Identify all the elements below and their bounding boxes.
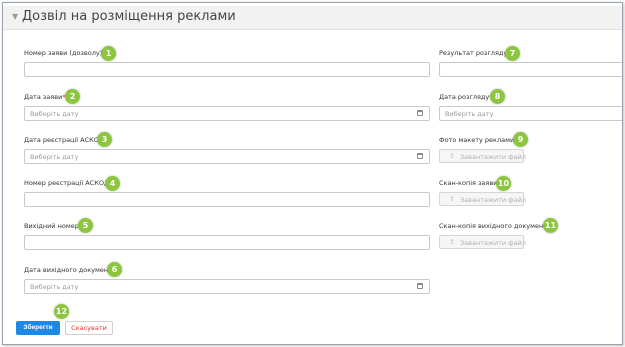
application-number-input[interactable] [24,62,430,77]
badge-11: 11 [543,218,558,233]
application-scan-label: Скан-копія заяви [439,179,498,187]
calendar-icon[interactable] [417,110,423,116]
outgoing-number-label: Вихідний номер [24,222,79,230]
review-date-label: Дата розгляду* [439,93,493,101]
review-result-input[interactable] [439,62,622,77]
outgoing-document-date-picker[interactable]: Виберіть дату [24,279,430,294]
askod-registration-date-placeholder: Виберіть дату [30,153,79,161]
calendar-icon[interactable] [417,153,423,159]
application-scan-upload-button[interactable]: ⇧ Завантажити файл [439,192,527,206]
badge-1: 1 [101,46,116,61]
upload-label: Завантажити файл [460,239,527,247]
application-date-placeholder: Виберіть дату [30,110,79,118]
badge-4: 4 [105,176,120,191]
badge-12: 12 [54,304,69,319]
badge-7: 7 [505,46,520,61]
askod-registration-number-label: Номер реєстрації АСКОД [24,179,110,187]
askod-registration-number-input[interactable] [24,192,430,207]
section-title: Дозвіл на розміщення реклами [22,9,236,24]
badge-10: 10 [496,176,511,191]
review-result-label: Результат розгляду* [439,49,510,57]
ad-layout-photo-label: Фото макету реклами* [439,136,517,144]
badge-5: 5 [78,218,93,233]
calendar-icon[interactable] [417,283,423,289]
save-button[interactable]: Зберегти [16,321,60,335]
badge-8: 8 [490,89,505,104]
ad-layout-photo-upload-button[interactable]: ⇧ Завантажити файл [439,149,527,163]
application-number-label: Номер заяви (дозволу)* [24,49,106,57]
review-date-placeholder: Виберіть дату [445,110,494,118]
askod-registration-date-label: Дата реєстрації АСКОД [24,136,104,144]
outgoing-document-date-label: Дата вихідного документа [24,266,116,274]
upload-icon: ⇧ [449,195,455,203]
badge-2: 2 [65,89,80,104]
badge-3: 3 [97,132,112,147]
review-date-picker[interactable]: Виберіть дату [439,106,622,121]
application-date-picker[interactable]: Виберіть дату [24,106,430,121]
badge-6: 6 [107,262,122,277]
upload-icon: ⇧ [449,238,455,246]
chevron-down-icon[interactable]: ▼ [12,12,18,21]
outgoing-document-date-placeholder: Виберіть дату [30,283,79,291]
outgoing-document-scan-label: Скан-копія вихідного документа [439,222,552,230]
upload-icon: ⇧ [449,152,455,160]
form-panel: ▼ Дозвіл на розміщення реклами Номер зая… [2,2,623,345]
upload-label: Завантажити файл [460,196,527,204]
upload-label: Завантажити файл [460,153,527,161]
application-date-label: Дата заяви* [24,93,66,101]
section-header[interactable]: ▼ Дозвіл на розміщення реклами [3,6,622,30]
outgoing-document-scan-upload-button[interactable]: ⇧ Завантажити файл [439,235,527,249]
cancel-button[interactable]: Скасувати [65,321,113,335]
badge-9: 9 [513,132,528,147]
askod-registration-date-picker[interactable]: Виберіть дату [24,149,430,164]
outgoing-number-input[interactable] [24,235,430,250]
